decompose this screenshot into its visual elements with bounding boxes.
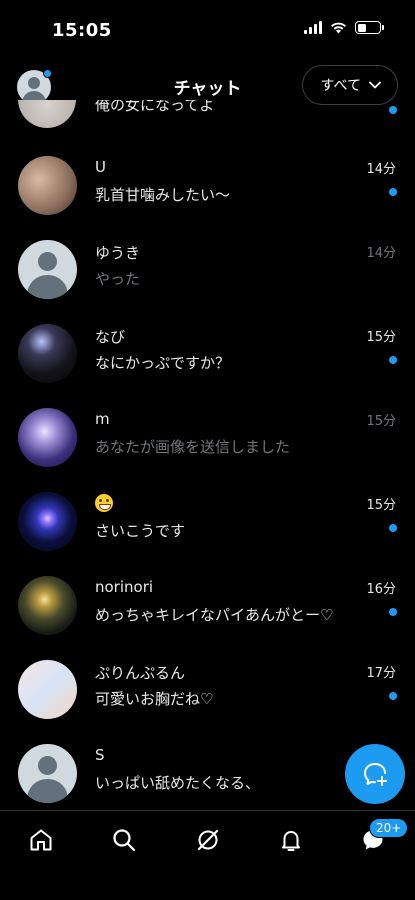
conversation-row-partial[interactable]: 俺の女になってよ [0, 100, 415, 128]
status-time: 15:05 [52, 20, 112, 41]
conversation-time: 15分 [366, 330, 396, 345]
home-icon [30, 829, 52, 851]
grinning-face-emoji [95, 494, 113, 512]
nav-grok[interactable] [194, 826, 222, 854]
conversation-row[interactable]: ゆうき 14分 やった [0, 228, 415, 312]
default-avatar [18, 744, 77, 803]
conversation-name: m [95, 410, 110, 428]
grok-icon [197, 829, 219, 851]
message-preview: 乳首甘噛みしたい〜 [95, 186, 231, 204]
message-preview: めっちゃキレイなパイあんがとー♡ [95, 606, 334, 624]
default-avatar [18, 240, 77, 299]
message-preview: 俺の女になってよ [95, 100, 215, 114]
avatar [18, 576, 77, 635]
chevron-down-icon [369, 81, 381, 89]
conversation-list[interactable]: 俺の女になってよ U 14分 乳首甘噛みしたい〜 ゆうき 14分 やった なび … [0, 100, 415, 810]
conversation-time: 17分 [366, 666, 396, 681]
new-message-icon [364, 763, 387, 786]
nav-notifications[interactable] [277, 826, 305, 854]
avatar [18, 156, 77, 215]
conversation-name: U [95, 158, 106, 176]
conversation-name: norinori [95, 578, 154, 596]
conversation-name: S [95, 746, 105, 764]
conversation-name: ゆうき [95, 244, 141, 262]
message-preview: なにかっぷですか？ [95, 354, 231, 372]
message-preview: さいこうです [95, 522, 186, 540]
conversation-row[interactable]: U 14分 乳首甘噛みしたい〜 [0, 144, 415, 228]
search-icon [113, 829, 136, 852]
unread-dot [389, 524, 397, 532]
conversation-row[interactable]: m 15分 あなたが画像を送信しました [0, 396, 415, 480]
nav-search[interactable] [110, 826, 138, 854]
unread-dot [389, 692, 397, 700]
conversation-row[interactable]: norinori 16分 めっちゃキレイなパイあんがとー♡ [0, 564, 415, 648]
conversation-name: なび [95, 328, 126, 346]
avatar [18, 100, 76, 128]
status-icons [304, 21, 384, 34]
new-message-button[interactable] [345, 744, 405, 804]
avatar [18, 408, 77, 467]
filter-label: すべて [320, 78, 361, 94]
filter-dropdown[interactable]: すべて [301, 65, 398, 105]
status-bar: 15:05 [0, 0, 415, 60]
conversation-time: 15分 [366, 414, 396, 429]
unread-dot [389, 106, 397, 114]
wifi-icon [331, 22, 346, 34]
conversation-time: 14分 [366, 162, 396, 177]
avatar [18, 660, 77, 719]
message-preview: やった [95, 270, 141, 288]
conversation-name: ぷりんぷるん [95, 664, 186, 682]
message-preview: あなたが画像を送信しました [95, 438, 291, 456]
messages-badge: 20+ [369, 818, 409, 838]
conversation-time: 14分 [366, 246, 396, 261]
avatar [18, 492, 77, 551]
conversation-row[interactable]: ぷりんぷるん 17分 可愛いお胸だね♡ [0, 648, 415, 732]
avatar [18, 324, 77, 383]
unread-dot [389, 608, 397, 616]
conversation-row[interactable]: なび 15分 なにかっぷですか？ [0, 312, 415, 396]
conversation-time: 16分 [366, 582, 396, 597]
message-preview: いっぱい舐めたくなる、 [95, 774, 261, 792]
cellular-signal-icon [304, 21, 322, 34]
bottom-nav [0, 810, 415, 900]
bell-icon [282, 831, 300, 851]
message-preview: 可愛いお胸だね♡ [95, 690, 214, 708]
conversation-row[interactable]: 15分 さいこうです [0, 480, 415, 564]
unread-dot [389, 188, 397, 196]
conversation-name [95, 494, 113, 513]
conversation-time: 15分 [366, 498, 396, 513]
battery-icon [355, 21, 384, 34]
unread-dot [389, 356, 397, 364]
nav-home[interactable] [27, 826, 55, 854]
